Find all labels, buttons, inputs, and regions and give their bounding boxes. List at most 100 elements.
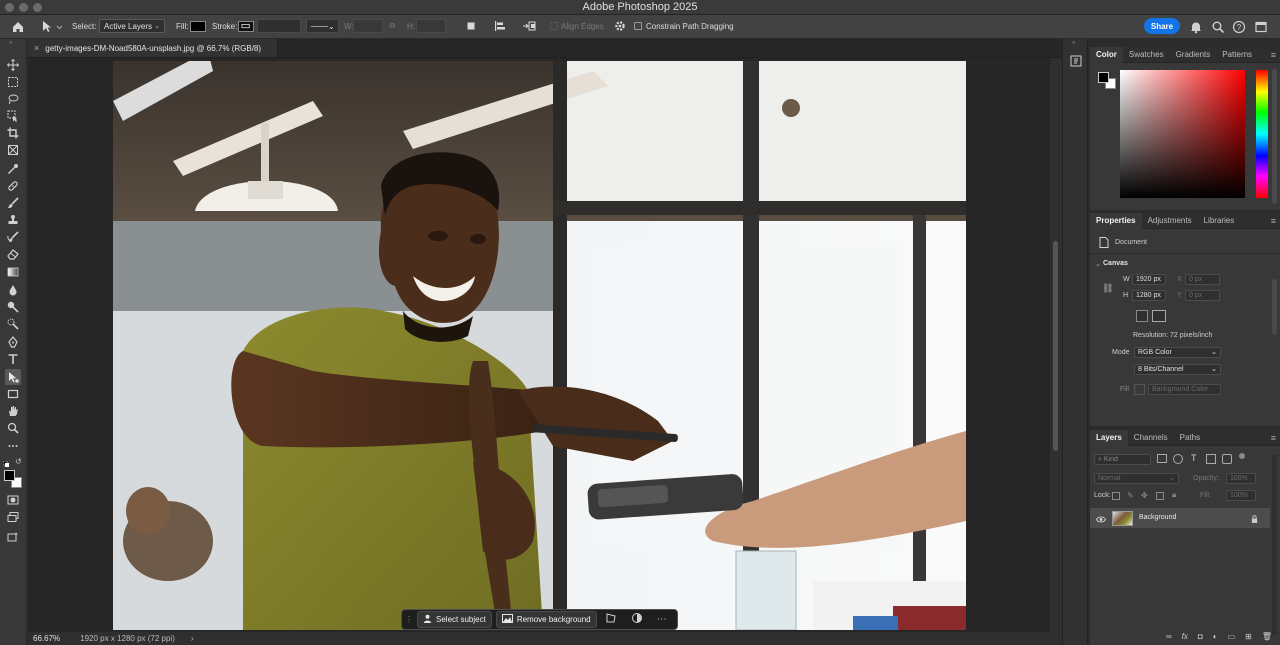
pixel-filter-icon[interactable]	[1157, 454, 1167, 463]
layer-kind-filter[interactable]: ⌕ Kind	[1094, 454, 1151, 465]
canvas-width-field[interactable]: 1920 px	[1132, 274, 1166, 285]
object-selection-tool-icon[interactable]	[5, 108, 21, 124]
path-arrangement-icon[interactable]	[522, 20, 536, 32]
new-group-icon[interactable]: ▭	[1228, 632, 1236, 641]
tab-patterns[interactable]: Patterns	[1216, 47, 1258, 63]
align-edges-checkbox[interactable]	[550, 22, 558, 30]
type-tool-icon[interactable]	[5, 351, 21, 367]
canvas-x-field[interactable]: 0 px	[1185, 274, 1220, 285]
lock-artboard-icon[interactable]	[1156, 492, 1164, 500]
generative-icon[interactable]	[5, 529, 21, 545]
link-icon[interactable]: ⊖	[389, 21, 396, 30]
swap-colors-icon[interactable]: ↺	[15, 457, 22, 466]
height-field[interactable]	[416, 19, 446, 33]
canvas-section-title[interactable]: Canvas	[1103, 260, 1128, 267]
adjustment-layer-icon[interactable]: ◐	[1213, 632, 1218, 641]
dodge-tool-icon[interactable]	[5, 299, 21, 315]
landscape-orientation-icon[interactable]	[1152, 310, 1166, 322]
tab-gradients[interactable]: Gradients	[1170, 47, 1217, 63]
color-field[interactable]	[1120, 70, 1245, 198]
crop-tool-icon[interactable]	[5, 125, 21, 141]
tab-adjustments[interactable]: Adjustments	[1142, 213, 1198, 229]
gear-icon[interactable]	[614, 20, 626, 32]
hue-slider[interactable]	[1256, 70, 1268, 198]
marquee-tool-icon[interactable]	[5, 74, 21, 90]
drag-handle-icon[interactable]: ⋮	[405, 615, 413, 624]
foreground-color-swatch[interactable]	[4, 470, 15, 481]
panel-menu-icon[interactable]: ≡	[1271, 433, 1276, 443]
constrain-path-checkbox[interactable]	[634, 22, 642, 30]
tab-libraries[interactable]: Libraries	[1198, 213, 1241, 229]
stroke-type-dropdown[interactable]: ─── ⌄	[306, 19, 339, 33]
select-dropdown[interactable]: Active Layers ⌄	[99, 19, 165, 33]
properties-scrollbar[interactable]	[1272, 279, 1277, 335]
stroke-width-field[interactable]	[257, 19, 301, 33]
layer-row[interactable]: Background	[1090, 508, 1270, 528]
stroke-swatch[interactable]	[238, 21, 254, 32]
layer-style-icon[interactable]: fx	[1182, 632, 1188, 641]
lasso-tool-icon[interactable]	[5, 91, 21, 107]
document-canvas-image[interactable]	[113, 61, 966, 630]
width-field[interactable]	[353, 19, 383, 33]
move-tool-icon[interactable]	[5, 57, 21, 73]
adjustment-filter-icon[interactable]	[1173, 454, 1183, 464]
remove-background-button[interactable]: Remove background	[495, 611, 597, 628]
home-icon[interactable]	[11, 20, 25, 34]
color-fg-swatch[interactable]	[1098, 72, 1109, 83]
tab-color[interactable]: Color	[1090, 46, 1123, 63]
eyedropper-tool-icon[interactable]	[5, 161, 21, 177]
fill-dropdown[interactable]: Background Color	[1148, 384, 1221, 395]
bell-icon[interactable]	[1189, 20, 1203, 34]
layer-fill-field[interactable]: 100%	[1226, 490, 1256, 501]
lock-transparent-icon[interactable]	[1112, 492, 1120, 500]
path-operations-icon[interactable]	[466, 21, 476, 31]
history-brush-tool-icon[interactable]	[5, 229, 21, 245]
move-tool-preset-icon[interactable]	[41, 20, 63, 34]
chevron-right-icon[interactable]: ›	[191, 634, 194, 643]
panel-scrollbar[interactable]	[1272, 69, 1277, 204]
fill-color-swatch[interactable]	[1134, 384, 1145, 395]
vertical-scroll-thumb[interactable]	[1053, 241, 1058, 451]
gradient-tool-icon[interactable]	[5, 264, 21, 280]
bit-depth-dropdown[interactable]: 8 Bits/Channel ⌄	[1134, 364, 1221, 375]
zoom-tool-icon[interactable]	[5, 420, 21, 436]
panel-menu-icon[interactable]: ≡	[1271, 216, 1276, 226]
hand-tool-icon[interactable]	[5, 403, 21, 419]
shape-filter-icon[interactable]	[1206, 454, 1216, 464]
eraser-tool-icon[interactable]	[5, 246, 21, 262]
portrait-orientation-icon[interactable]	[1136, 310, 1148, 322]
document-tab[interactable]: × getty-images-DM-Noad580A-unsplash.jpg …	[28, 39, 278, 57]
select-subject-button[interactable]: Select subject	[417, 611, 492, 628]
zoom-level[interactable]: 66.67%	[33, 634, 60, 643]
canvas-height-field[interactable]: 1280 px	[1132, 290, 1166, 301]
blur-tool-icon[interactable]	[5, 282, 21, 298]
layers-panel-scrollbar[interactable]	[1272, 455, 1277, 635]
eye-icon[interactable]	[1095, 514, 1107, 526]
quick-mask-icon[interactable]	[5, 492, 21, 508]
more-tools-icon[interactable]	[5, 438, 21, 454]
delete-layer-icon[interactable]: 🗑︎	[1262, 632, 1272, 641]
adjustment-icon[interactable]	[631, 612, 643, 627]
canvas-y-field[interactable]: 0 px	[1185, 290, 1220, 301]
pen-tool-icon[interactable]	[5, 334, 21, 350]
type-filter-icon[interactable]: T	[1191, 453, 1197, 463]
screen-mode-icon[interactable]	[5, 509, 21, 525]
share-button[interactable]: Share	[1144, 18, 1180, 34]
blend-mode-dropdown[interactable]: Normal ⌄	[1094, 473, 1179, 484]
brush-tool-icon[interactable]	[5, 195, 21, 211]
filter-toggle-icon[interactable]	[1239, 453, 1245, 459]
quick-selection-tool-icon[interactable]	[5, 316, 21, 332]
path-selection-tool-icon[interactable]	[5, 369, 21, 385]
layer-mask-icon[interactable]: ◘	[1198, 632, 1203, 641]
healing-brush-tool-icon[interactable]	[5, 178, 21, 194]
transform-icon[interactable]	[605, 612, 617, 627]
mode-dropdown[interactable]: RGB Color ⌄	[1134, 347, 1221, 358]
history-panel-icon[interactable]	[1069, 54, 1083, 68]
lock-position-icon[interactable]: ✥	[1141, 491, 1148, 500]
tab-layers[interactable]: Layers	[1090, 429, 1128, 446]
rectangle-tool-icon[interactable]	[5, 386, 21, 402]
tab-channels[interactable]: Channels	[1128, 430, 1174, 446]
close-tab-icon[interactable]: ×	[34, 43, 39, 53]
tab-paths[interactable]: Paths	[1174, 430, 1206, 446]
chevron-down-icon[interactable]: ⌄	[1095, 260, 1101, 268]
